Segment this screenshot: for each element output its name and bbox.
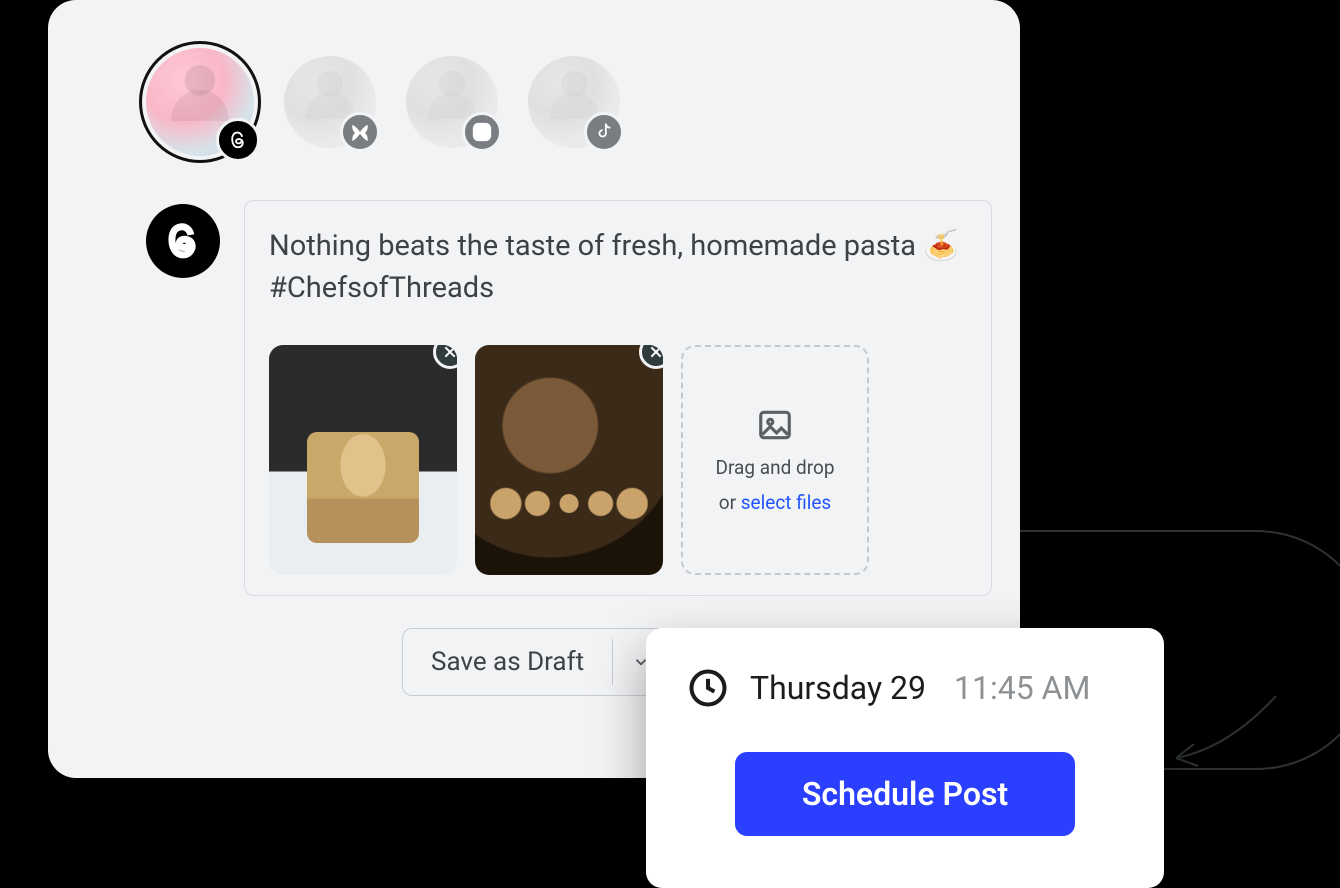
tiktok-icon <box>584 112 624 152</box>
active-platform-chip <box>146 204 220 278</box>
compose-box[interactable]: Nothing beats the taste of fresh, homema… <box>244 200 992 596</box>
account-instagram[interactable] <box>406 56 498 148</box>
schedule-date: Thursday 29 <box>750 669 926 707</box>
close-icon <box>442 345 457 360</box>
schedule-post-button[interactable]: Schedule Post <box>735 752 1075 836</box>
media-dropzone[interactable]: Drag and drop or select files <box>681 345 869 575</box>
account-bluesky[interactable] <box>284 56 376 148</box>
threads-icon <box>216 118 260 162</box>
image-placeholder <box>269 345 457 575</box>
schedule-popover: Thursday 29 11:45 AM Schedule Post <box>646 628 1164 888</box>
media-row: Drag and drop or select files <box>269 345 967 575</box>
stage: Nothing beats the taste of fresh, homema… <box>0 0 1340 888</box>
threads-icon <box>162 220 204 262</box>
media-thumb-2[interactable] <box>475 345 663 575</box>
save-draft-split-button[interactable]: Save as Draft <box>402 628 670 696</box>
select-files-link[interactable]: select files <box>741 491 831 514</box>
account-selector <box>146 48 620 156</box>
account-threads[interactable] <box>146 48 254 156</box>
image-icon <box>756 406 794 444</box>
compose-text[interactable]: Nothing beats the taste of fresh, homema… <box>269 225 967 309</box>
media-thumb-1[interactable] <box>269 345 457 575</box>
image-placeholder <box>475 345 663 575</box>
schedule-datetime[interactable]: Thursday 29 11:45 AM <box>686 666 1124 710</box>
instagram-icon <box>462 112 502 152</box>
close-icon <box>648 345 663 360</box>
compose-row: Nothing beats the taste of fresh, homema… <box>146 200 992 596</box>
dropzone-line2: or select files <box>719 491 831 514</box>
account-tiktok[interactable] <box>528 56 620 148</box>
decorative-arrow <box>1168 688 1278 768</box>
bluesky-icon <box>340 112 380 152</box>
schedule-time: 11:45 AM <box>954 669 1090 707</box>
save-draft-label[interactable]: Save as Draft <box>403 629 612 695</box>
clock-icon <box>686 666 730 710</box>
dropzone-line1: Drag and drop <box>716 456 835 479</box>
